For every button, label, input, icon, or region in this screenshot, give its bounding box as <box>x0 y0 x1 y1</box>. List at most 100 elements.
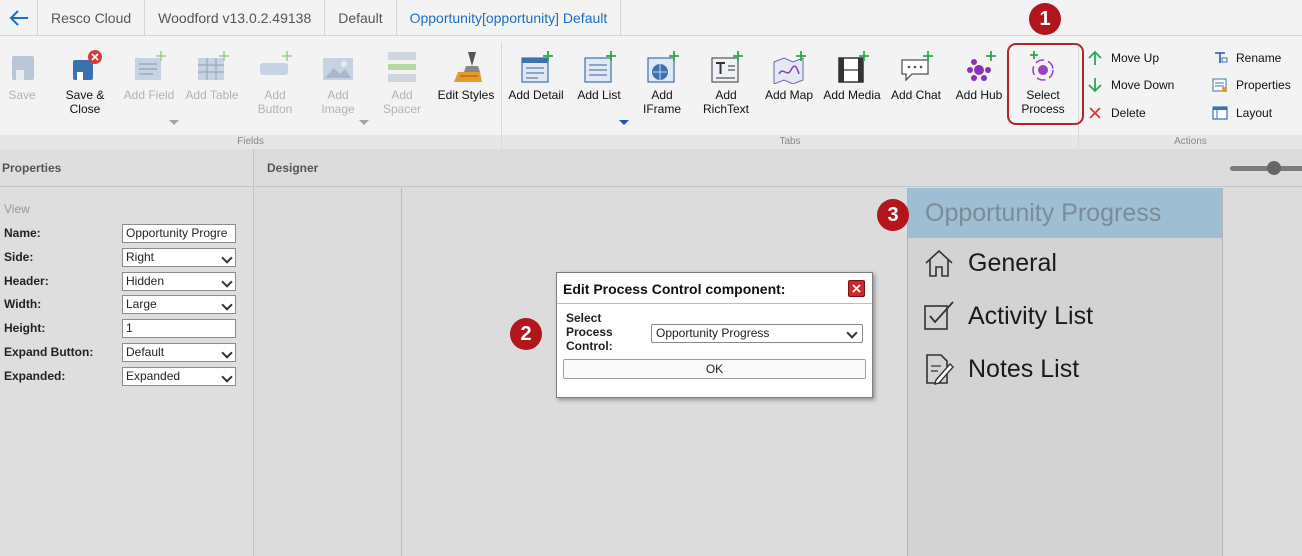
height-input[interactable]: 1 <box>122 318 236 338</box>
step-badge-3: 3 <box>877 199 909 231</box>
select-process-control-label: Select Process Control: <box>566 311 613 353</box>
designer-tab-column[interactable]: Opportunity Progress General Activity Li… <box>907 188 1223 556</box>
process-control-select[interactable]: Opportunity Progress <box>651 324 863 343</box>
expanded-select[interactable]: Expanded <box>122 366 236 386</box>
tab-notes-list[interactable]: Notes List <box>922 352 1079 386</box>
add-button-button[interactable]: Add Button <box>256 50 294 116</box>
process-control-header[interactable]: Opportunity Progress <box>908 188 1222 238</box>
prop-label: Expand Button: <box>4 345 94 359</box>
move-down-button[interactable]: Move Down <box>1087 77 1174 93</box>
prop-label: Name: <box>4 226 41 240</box>
add-table-label: Add Table <box>185 88 239 102</box>
add-list-label: Add List <box>577 88 621 102</box>
step-badge-1: 1 <box>1029 3 1061 35</box>
tab-general[interactable]: General <box>922 246 1057 280</box>
add-spacer-label: Add Spacer <box>382 88 422 116</box>
add-spacer-button[interactable]: Add Spacer <box>380 50 424 116</box>
add-button-icon <box>260 51 292 75</box>
zoom-slider[interactable] <box>1230 161 1302 175</box>
designer-title: Designer <box>255 149 1302 187</box>
save-close-button[interactable]: Save & Close <box>62 50 108 116</box>
add-richtext-label: Add RichText <box>702 88 749 116</box>
ok-button[interactable]: OK <box>563 359 866 379</box>
save-close-label: Save & Close <box>65 88 105 116</box>
ribbon-toolbar: Save Save & Close Add Field Add Table Ad… <box>0 36 1302 149</box>
add-chat-button[interactable]: Add Chat <box>888 50 944 102</box>
add-iframe-button[interactable]: Add IFrame <box>638 50 686 116</box>
move-up-label: Move Up <box>1111 51 1160 65</box>
add-list-button[interactable]: Add List <box>573 50 625 102</box>
prop-label: Side: <box>4 250 34 264</box>
add-table-button[interactable]: Add Table <box>184 50 240 102</box>
dialog-title: Edit Process Control component: <box>563 281 786 297</box>
add-button-label: Add Button <box>257 88 293 116</box>
side-select[interactable]: Right <box>122 247 236 267</box>
add-list-dropdown-icon[interactable] <box>619 120 629 125</box>
prop-row-header: Header: Hidden <box>4 271 244 291</box>
zoom-slider-thumb[interactable] <box>1267 161 1281 175</box>
tab-label: Notes List <box>968 354 1080 383</box>
move-up-button[interactable]: Move Up <box>1087 50 1159 66</box>
add-field-icon <box>135 51 166 80</box>
width-select[interactable]: Large <box>122 294 236 314</box>
add-list-icon <box>584 51 616 83</box>
add-field-button[interactable]: Add Field <box>122 50 176 102</box>
tab-activity-list[interactable]: Activity List <box>922 299 1093 333</box>
designer-column-divider <box>401 188 402 556</box>
properties-panel: Properties View Name: Opportunity Progre… <box>0 149 254 556</box>
back-arrow-icon[interactable] <box>0 0 38 35</box>
add-hub-button[interactable]: Add Hub <box>953 50 1005 102</box>
properties-icon <box>1212 77 1228 93</box>
prop-label: Header: <box>4 274 49 288</box>
save-close-icon <box>73 50 102 80</box>
group-label-fields: Fields <box>0 135 501 149</box>
move-down-label: Move Down <box>1111 78 1175 92</box>
prop-row-expanded: Expanded: Expanded <box>4 366 244 386</box>
add-field-dropdown-icon[interactable] <box>169 120 179 125</box>
add-detail-icon <box>521 51 553 83</box>
edit-process-control-dialog: Edit Process Control component: Select P… <box>556 272 873 398</box>
delete-label: Delete <box>1111 106 1146 120</box>
save-button[interactable]: Save <box>4 50 40 102</box>
breadcrumb-current: Opportunity[opportunity] Default <box>397 0 622 35</box>
close-icon[interactable] <box>848 280 865 297</box>
paint-brush-icon <box>454 52 482 82</box>
breadcrumb-item[interactable]: Woodford v13.0.2.49138 <box>145 0 326 35</box>
add-richtext-button[interactable]: Add RichText <box>698 50 754 116</box>
add-image-label: Add Image <box>321 88 355 116</box>
add-map-button[interactable]: Add Map <box>762 50 816 102</box>
add-iframe-icon <box>647 51 679 83</box>
prop-label: Width: <box>4 297 42 311</box>
tab-label: Activity List <box>968 301 1094 330</box>
header-select[interactable]: Hidden <box>122 271 236 291</box>
add-media-button[interactable]: Add Media <box>821 50 883 102</box>
properties-button[interactable]: Properties <box>1212 77 1291 93</box>
add-detail-button[interactable]: Add Detail <box>505 50 567 102</box>
add-hub-label: Add Hub <box>955 88 1003 102</box>
checkbox-pencil-icon <box>924 301 954 330</box>
add-image-button[interactable]: Add Image <box>318 50 358 116</box>
film-icon <box>838 51 869 83</box>
add-image-dropdown-icon[interactable] <box>359 120 369 125</box>
add-map-icon <box>773 51 806 84</box>
save-label: Save <box>8 88 36 102</box>
note-pencil-icon <box>926 354 954 385</box>
group-separator <box>501 42 502 149</box>
breadcrumb-item[interactable]: Default <box>325 0 397 35</box>
edit-styles-button[interactable]: Edit Styles <box>434 50 498 102</box>
add-map-label: Add Map <box>764 88 814 102</box>
layout-button[interactable]: Layout <box>1212 105 1272 121</box>
add-chat-label: Add Chat <box>890 88 942 102</box>
delete-button[interactable]: Delete <box>1087 105 1146 121</box>
add-field-label: Add Field <box>123 88 175 102</box>
zoom-slider-track <box>1230 166 1302 171</box>
prop-label: Expanded: <box>4 369 66 383</box>
name-input[interactable]: Opportunity Progre <box>122 223 236 243</box>
rename-button[interactable]: Rename <box>1212 50 1281 66</box>
add-spacer-icon <box>388 52 416 82</box>
expand-button-select[interactable]: Default <box>122 342 236 362</box>
prop-label: Height: <box>4 321 46 335</box>
breadcrumb-item[interactable]: Resco Cloud <box>38 0 146 35</box>
add-media-label: Add Media <box>823 88 881 102</box>
properties-label: Properties <box>1236 78 1291 92</box>
